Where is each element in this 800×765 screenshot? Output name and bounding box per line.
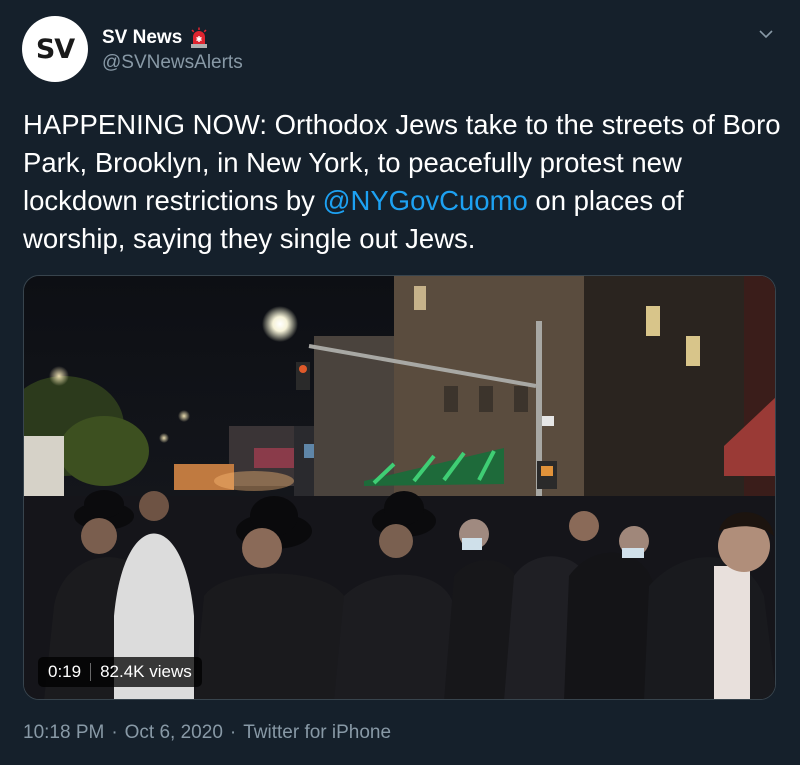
tweet-meta: 10:18 PM · Oct 6, 2020 · Twitter for iPh… xyxy=(23,722,391,744)
mention-link[interactable]: @NYGovCuomo xyxy=(323,185,528,216)
tweet-text: HAPPENING NOW: Orthodox Jews take to the… xyxy=(23,106,783,258)
video-stats-badge: 0:19 82.4K views xyxy=(38,657,202,687)
video-thumbnail xyxy=(24,276,775,699)
tweet-time[interactable]: 10:18 PM xyxy=(23,722,104,744)
badge-divider xyxy=(90,663,92,681)
author-names: SV News @SVNewsAlerts xyxy=(102,24,243,74)
video-duration: 0:19 xyxy=(48,662,82,681)
meta-separator-2: · xyxy=(229,722,237,743)
display-name[interactable]: SV News xyxy=(102,27,182,49)
tweet-date[interactable]: Oct 6, 2020 xyxy=(125,722,223,744)
tweet-header: SV SV News @SVNewsAlerts xyxy=(22,16,243,82)
handle[interactable]: @SVNewsAlerts xyxy=(102,52,243,74)
avatar[interactable]: SV xyxy=(22,16,88,82)
tweet-source[interactable]: Twitter for iPhone xyxy=(243,722,391,744)
meta-separator-1: · xyxy=(111,722,118,743)
siren-emoji-icon xyxy=(189,27,209,49)
video-player[interactable]: 0:19 82.4K views xyxy=(23,275,776,700)
display-name-row: SV News xyxy=(102,24,243,52)
avatar-text: SV xyxy=(35,33,75,65)
chevron-down-icon[interactable] xyxy=(758,26,774,42)
tweet-card: SV SV News @SVNewsAlerts HAPPENING NOW: … xyxy=(0,0,800,765)
video-views: 82.4K views xyxy=(100,662,192,681)
